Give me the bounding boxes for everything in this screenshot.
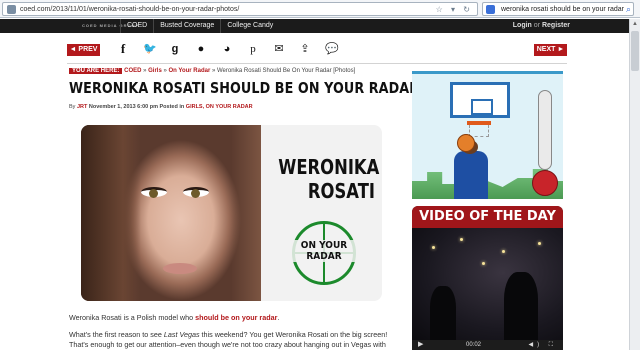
account-links: Login or Register [513,19,570,33]
on-your-radar-badge: ON YOUR RADAR [286,240,362,262]
p1-text: Weronika Rosati is a Polish model who [69,313,196,322]
light [460,238,463,241]
account-separator: or [533,22,541,29]
volume-fullscreen-icons[interactable]: ◀) ⛶ [529,341,557,349]
badge-line2: RADAR [306,251,342,262]
video-figure [504,272,538,340]
light [538,242,541,245]
nav-link-coed[interactable]: COED [120,19,153,33]
breadcrumb: YOU ARE HERE: COED » Girls » On Your Rad… [69,67,355,76]
image-name-line2: ROSATI [307,179,375,203]
breadcrumb-girls[interactable]: Girls [148,68,162,74]
badge-line1: ON YOUR [300,240,348,251]
video-time: 00:02 [466,342,482,348]
share-icons: f 🐦 g ● ◕ p ✉ ⇪ 💬 [117,42,339,56]
light [432,246,435,249]
video-figure [430,286,456,340]
p1-end: . [277,313,280,322]
prev-button[interactable]: ◄ PREV [67,44,100,56]
scroll-thumb[interactable] [631,31,639,71]
next-button[interactable]: NEXT ► [534,44,567,56]
byline-by: By [69,104,76,110]
pinterest-icon[interactable]: p [247,42,259,56]
search-icon[interactable]: ⌕ [626,3,631,15]
video-player[interactable] [412,228,563,340]
thermometer-bulb [532,170,558,196]
browser-search-box[interactable]: weronika rosati should be on your radar … [482,2,634,16]
basketball-backboard-icon [450,82,510,118]
article-byline: By JRT November 1, 2013 6:00 pm Posted i… [69,104,253,110]
posted-in-label: Posted in [159,104,185,110]
breadcrumb-label: YOU ARE HERE: [69,68,123,74]
light [482,262,485,265]
video-title: VIDEO OF THE DAY [412,206,563,228]
share-icon[interactable]: ⇪ [299,42,311,56]
right-eye [183,187,209,198]
comment-icon[interactable]: 💬 [325,42,339,56]
author-link[interactable]: JRT [77,104,87,110]
image-name-line1: WERONIKA [278,155,380,179]
page-scrollbar[interactable]: ▲ [629,19,640,350]
address-bar-url[interactable]: coed.com/2013/11/01/weronika-rosati-shou… [20,4,239,15]
p2-movie-title: Last Vegas [163,330,200,339]
image-name-text: WERONIKA ROSATI [278,155,380,203]
play-icon[interactable]: ▶ [418,341,423,349]
stumbleupon-icon[interactable]: ● [195,42,207,56]
thermometer-icon [538,90,552,170]
browser-toolbar: coed.com/2013/11/01/weronika-rosati-shou… [0,0,640,18]
light [502,250,505,253]
breadcrumb-on-your-radar[interactable]: On Your Radar [169,68,211,74]
search-input[interactable]: weronika rosati should be on your radar [501,4,624,15]
hoop-net [469,125,489,137]
network-links: COED Busted Coverage College Candy [120,19,279,33]
post-date: November 1, 2013 6:00 pm [88,104,158,110]
sidebar-ad[interactable] [412,71,563,199]
breadcrumb-coed[interactable]: COED [124,68,141,74]
twitter-icon[interactable]: 🐦 [143,42,157,56]
divider [67,63,567,64]
nav-link-college-candy[interactable]: College Candy [220,19,279,33]
video-controls: ▶ 00:02 ◀) ⛶ [412,340,563,350]
model-photo [81,125,261,301]
p1-bold: should be on your radar [195,313,278,322]
address-bar[interactable]: coed.com/2013/11/01/weronika-rosati-shou… [2,2,478,16]
lips [163,263,197,274]
register-link[interactable]: Register [542,22,570,29]
p2-text-a: What's the first reason to see [69,330,164,339]
left-eye [141,187,167,198]
email-icon[interactable]: ✉ [273,42,285,56]
scroll-up-icon[interactable]: ▲ [630,19,640,29]
search-engine-icon[interactable] [486,5,495,14]
featured-image[interactable]: WERONIKA ROSATI ON YOUR RADAR [81,125,382,301]
hair-right [231,125,261,301]
article-paragraph-1: Weronika Rosati is a Polish model who sh… [69,313,391,323]
nav-link-busted-coverage[interactable]: Busted Coverage [153,19,220,33]
category-links[interactable]: GIRLS, ON YOUR RADAR [186,104,253,110]
login-link[interactable]: Login [513,22,532,29]
share-bar: ◄ PREV f 🐦 g ● ◕ p ✉ ⇪ 💬 NEXT ► [67,40,567,62]
basketball-icon [457,134,475,152]
google-plus-icon[interactable]: g [169,42,181,56]
site-top-nav: COED MEDIA GROUP COED Busted Coverage Co… [0,19,640,33]
address-bar-icons[interactable]: ☆ ▾ ↻ [436,4,473,15]
basketball-player [454,151,488,199]
video-of-the-day: VIDEO OF THE DAY ▶ 00:02 ◀) ⛶ [412,206,563,350]
article-paragraph-2: What's the first reason to see Last Vega… [69,330,391,350]
facebook-icon[interactable]: f [117,42,129,56]
site-favicon-icon [7,5,16,14]
hair-left [81,125,141,301]
breadcrumb-current: Weronika Rosati Should Be On Your Radar … [216,68,356,74]
reddit-icon[interactable]: ◕ [221,42,233,56]
